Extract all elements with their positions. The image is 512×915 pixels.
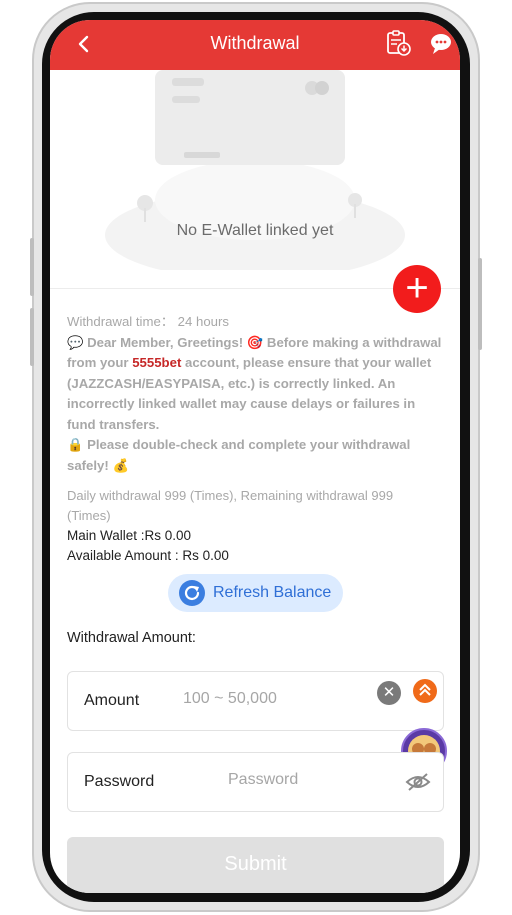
amount-field: Amount ✕ bbox=[67, 671, 444, 731]
notice-safety: 🔒 Please double-check and complete your … bbox=[67, 437, 411, 473]
password-input[interactable] bbox=[228, 771, 393, 789]
eye-off-icon[interactable] bbox=[405, 771, 431, 793]
withdrawal-limits: Daily withdrawal 999 (Times), Remaining … bbox=[67, 488, 394, 523]
history-button[interactable] bbox=[384, 29, 412, 57]
volume-up-button bbox=[30, 238, 34, 296]
withdrawal-amount-title: Withdrawal Amount: bbox=[67, 630, 196, 646]
app-screen: Withdrawal No E-Wallet linked yet + With… bbox=[50, 20, 460, 893]
password-label: Password bbox=[84, 773, 155, 790]
withdrawal-time-value: 24 hours bbox=[177, 314, 229, 329]
add-wallet-button[interactable]: + bbox=[393, 265, 441, 313]
withdrawal-notice: 💬 Dear Member, Greetings! 🎯 Before makin… bbox=[67, 333, 445, 436]
withdrawal-info: Withdrawal time： 24 hours 💬 Dear Member,… bbox=[67, 312, 445, 476]
clear-icon[interactable]: ✕ bbox=[377, 681, 401, 705]
support-button[interactable] bbox=[425, 29, 460, 57]
refresh-icon bbox=[179, 580, 205, 606]
available-amount: Available Amount : Rs 0.00 bbox=[67, 548, 229, 563]
refresh-balance-label: Refresh Balance bbox=[213, 584, 332, 601]
empty-wallet-message: No E-Wallet linked yet bbox=[176, 222, 334, 239]
amount-label: Amount bbox=[84, 692, 140, 709]
withdrawal-time-label: Withdrawal time： bbox=[67, 314, 174, 329]
plus-icon: + bbox=[405, 266, 429, 310]
amount-input[interactable] bbox=[183, 690, 368, 708]
empty-wallet-section: No E-Wallet linked yet bbox=[50, 70, 460, 290]
chat-support-icon bbox=[431, 34, 451, 54]
power-button bbox=[478, 258, 482, 350]
withdrawal-time: Withdrawal time： 24 hours bbox=[67, 312, 445, 333]
app-header: Withdrawal bbox=[50, 20, 460, 70]
brand-name: 5555bet bbox=[132, 355, 182, 370]
chevron-double-up-icon[interactable] bbox=[413, 679, 437, 703]
main-wallet-balance: Main Wallet :Rs 0.00 bbox=[67, 528, 192, 543]
refresh-balance-button[interactable]: Refresh Balance bbox=[168, 574, 343, 612]
clipboard-download-icon bbox=[387, 30, 411, 56]
volume-down-button bbox=[30, 308, 34, 366]
submit-button[interactable]: Submit bbox=[67, 837, 444, 893]
empty-wallet-illustration bbox=[105, 70, 405, 270]
password-field: Password bbox=[67, 752, 444, 812]
